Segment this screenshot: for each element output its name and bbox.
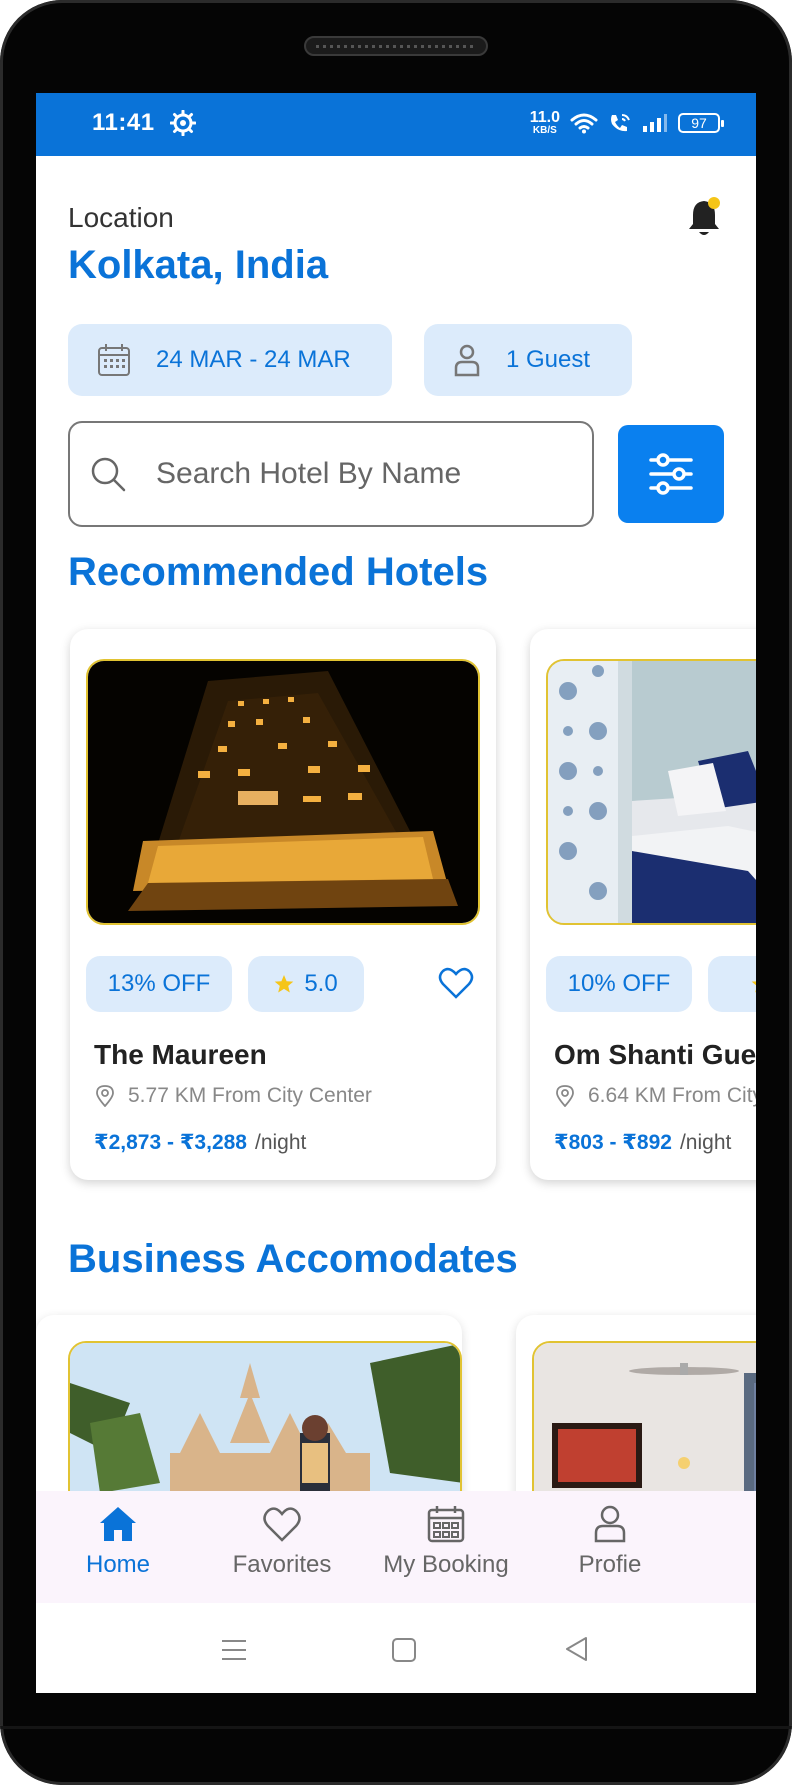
hotel-price: ₹803 - ₹892/night	[554, 1130, 731, 1155]
price-unit: /night	[679, 1131, 732, 1154]
heart-icon[interactable]	[438, 965, 474, 1001]
guest-count-text: 1 Guest	[506, 346, 591, 373]
network-speed-value: 11.0	[529, 109, 560, 126]
hotel-card[interactable]: 13% OFF 5.0 The Maureen 5.77 KM From Cit…	[70, 629, 496, 1180]
star-icon	[751, 981, 756, 993]
nav-label-my-booking: My Booking	[383, 1551, 509, 1578]
discount-badge: 10% OFF	[546, 956, 692, 1012]
rating-badge	[708, 956, 756, 1012]
location-pin-icon	[556, 1085, 574, 1107]
guest-count-chip[interactable]: 1 Guest	[424, 324, 632, 396]
recommended-hotels-title: Recommended Hotels	[68, 550, 489, 594]
network-speed: 11.0 KB/S	[530, 110, 560, 136]
nav-label-profile: Profie	[578, 1551, 642, 1578]
sliders-icon	[649, 453, 693, 495]
price-unit: /night	[255, 1131, 307, 1154]
rating-value: 5.0	[304, 970, 338, 997]
hotel-price-range: ₹2,873 - ₹3,288	[94, 1131, 247, 1154]
home-icon	[100, 1507, 136, 1541]
calendar-icon	[98, 344, 130, 376]
discount-badge: 13% OFF	[86, 956, 232, 1012]
hotel-distance-text: 6.64 KM From City Center	[588, 1084, 756, 1107]
nav-item-my-booking[interactable]: My Booking	[364, 1491, 528, 1603]
temple-photo	[68, 1341, 462, 1515]
hotel-distance: 6.64 KM From City Center	[556, 1084, 756, 1108]
home-square-icon[interactable]	[392, 1638, 416, 1662]
system-navigation-bar	[36, 1603, 756, 1693]
search-icon	[91, 457, 126, 492]
calendar-icon	[427, 1506, 465, 1543]
star-icon	[275, 975, 294, 993]
network-speed-unit: KB/S	[532, 125, 557, 136]
business-hotel-card[interactable]	[36, 1315, 462, 1515]
business-hotel-card[interactable]	[516, 1315, 756, 1515]
hotel-card[interactable]: 10% OFF Om Shanti Guest 6.64 KM From Cit…	[530, 629, 756, 1180]
nav-item-profile[interactable]: Profie	[528, 1491, 692, 1603]
heart-icon	[263, 1507, 301, 1542]
wifi-icon	[570, 113, 598, 134]
phone-speaker	[304, 36, 488, 56]
business-accommodations-title: Business Accomodates	[68, 1237, 518, 1281]
search-box[interactable]	[68, 421, 594, 527]
app-screen: 11:41 11.0 KB/S 97 Location Kolkata, Ind…	[36, 93, 756, 1693]
signal-icon	[643, 114, 667, 132]
nav-item-home[interactable]: Home	[36, 1491, 200, 1603]
hotel-room-photo	[546, 659, 756, 925]
hotel-price: ₹2,873 - ₹3,288/night	[94, 1130, 306, 1155]
bottom-navigation: Home Favorites My Booking Profie	[36, 1491, 756, 1603]
date-range-text: 24 MAR - 24 MAR	[156, 346, 351, 373]
filter-button[interactable]	[618, 425, 724, 523]
rating-badge: 5.0	[248, 956, 364, 1012]
search-input[interactable]	[156, 457, 536, 491]
hotel-distance: 5.77 KM From City Center	[96, 1084, 372, 1108]
gear-icon	[170, 110, 196, 136]
battery-indicator: 97	[678, 113, 724, 133]
status-time: 11:41	[92, 109, 155, 136]
status-bar: 11:41 11.0 KB/S 97	[36, 93, 756, 156]
status-right-group: 11.0 KB/S 97	[530, 108, 724, 138]
phone-bottom-seam	[0, 1726, 792, 1729]
nav-label-home: Home	[85, 1551, 151, 1578]
person-icon	[454, 344, 480, 377]
phone-frame: 11:41 11.0 KB/S 97 Location Kolkata, Ind…	[0, 0, 792, 1785]
hotel-price-range: ₹803 - ₹892	[554, 1131, 672, 1154]
person-icon	[594, 1505, 626, 1543]
back-triangle-icon[interactable]	[564, 1636, 590, 1662]
notification-badge	[708, 197, 720, 209]
location-value[interactable]: Kolkata, India	[68, 243, 328, 288]
nav-label-favorites: Favorites	[232, 1551, 332, 1578]
wifi-calling-icon	[611, 114, 630, 132]
location-label: Location	[68, 202, 174, 233]
hotel-name: The Maureen	[94, 1039, 267, 1070]
nav-item-favorites[interactable]: Favorites	[200, 1491, 364, 1603]
hotel-distance-text: 5.77 KM From City Center	[128, 1084, 372, 1107]
menu-icon[interactable]	[222, 1638, 246, 1662]
hotel-name: Om Shanti Guest	[554, 1039, 756, 1070]
hotel-night-photo	[86, 659, 480, 925]
date-range-chip[interactable]: 24 MAR - 24 MAR	[68, 324, 392, 396]
room-interior-photo	[532, 1341, 756, 1515]
location-pin-icon	[96, 1085, 114, 1107]
